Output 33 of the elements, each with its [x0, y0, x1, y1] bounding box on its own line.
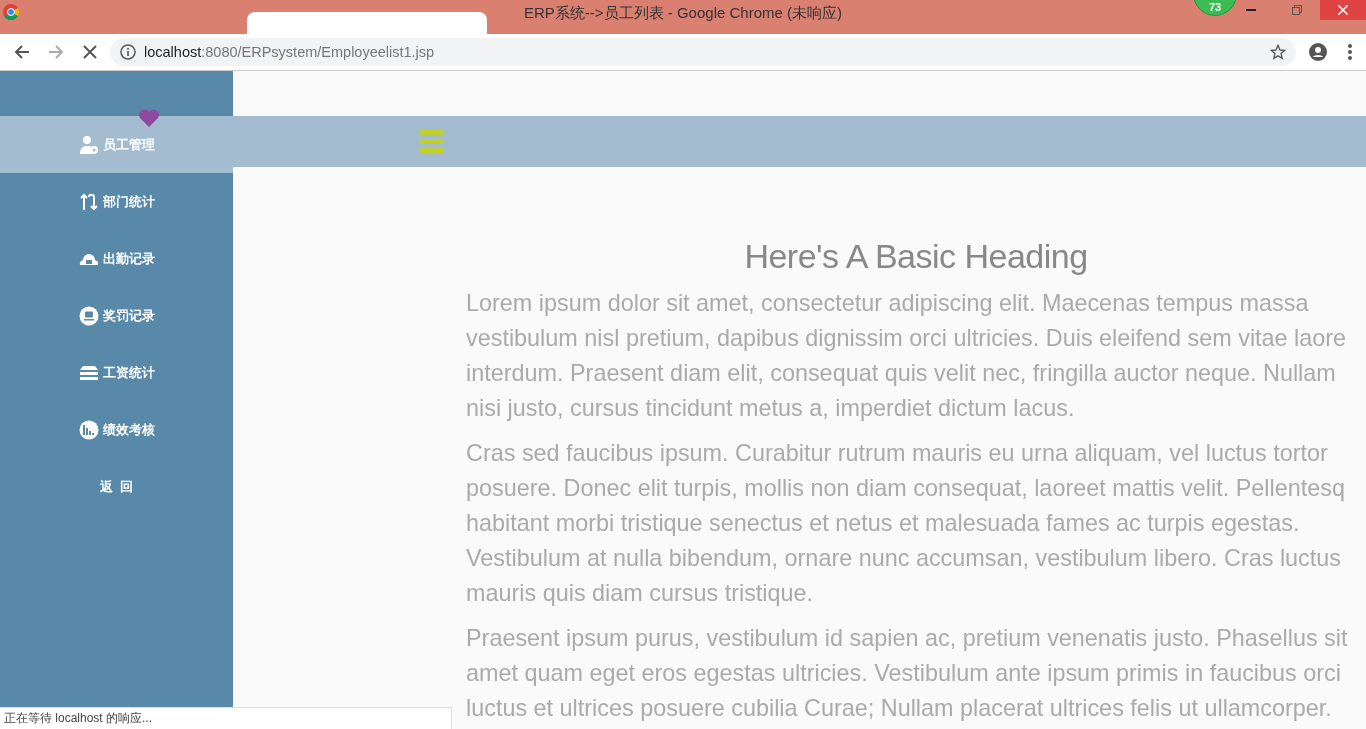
sidebar-item[interactable]: 奖罚记录: [0, 287, 233, 344]
heart-icon: [138, 108, 160, 128]
forward-arrow-icon: [48, 44, 64, 60]
info-icon: [120, 44, 136, 60]
address-bar[interactable]: localhost:8080/ERPsystem/Employeelist1.jsp: [110, 38, 1296, 66]
chrome-logo-icon: [3, 4, 19, 20]
sidebar-item[interactable]: 部门统计: [0, 173, 233, 230]
user-gear-icon: [78, 134, 99, 155]
stop-icon: [83, 45, 97, 59]
sidebar-item[interactable]: 出勤记录: [0, 230, 233, 287]
url-text: localhost:8080/ERPsystem/Employeelist1.jsp: [144, 44, 435, 60]
notification-badge: 73: [1193, 0, 1237, 16]
back-arrow-icon: [14, 44, 30, 60]
close-button[interactable]: [1320, 0, 1366, 20]
swap-arrows-icon: [78, 191, 99, 212]
profile-icon[interactable]: [1308, 42, 1328, 62]
sidebar-item[interactable]: 返 回: [0, 458, 233, 515]
restore-icon: [1292, 5, 1302, 15]
paragraph: Praesent ipsum purus, vestibulum id sapien ac, pretium venenatis justo. Phasellus sit amet quam eget eros egestas ultricies. Vestibulum ante ipsum primis in faucibus orci luctus et ultrices posuere cubilia Curae; Nullam placerat ultrices felis ut ullamcorper.: [466, 624, 1349, 723]
status-bar: 正在等待 localhost 的响应...: [0, 707, 452, 729]
heading: Here's A Basic Heading: [743, 237, 1089, 276]
paragraph: Lorem ipsum dolor sit amet, consectetur adipiscing elit. Maecenas tempus massa vestibulum nisl pretium, dapibus dignissim orci ultricies. Duis eleifend sem vitae laore interdum. Praesent diam elit, consequat quis velit nec, fringilla auctor neque. Nullam nisi justo, cursus tincidunt metus a, imperdiet dictum lacus.: [466, 289, 1348, 423]
paragraph: Cras sed faucibus ipsum. Curabitur rutrum mauris eu urna aliquam, vel luctus tortor posuere. Donec elit turpis, mollis non diam consequat, laoreet mattis velit. Pellentesq habitant morbi tristique senectus et netus et malesuada fames ac turpis egestas. Vestibulum at nulla bibendum, ornare nunc accumsan, vestibulum libero. Cras luctus mauris quis diam cursus tristique.: [466, 439, 1346, 608]
sidebar-item[interactable]: 工资统计: [0, 344, 233, 401]
close-icon: [1338, 5, 1348, 15]
menu-icon[interactable]: [1348, 44, 1352, 60]
sidebar-item[interactable]: 员工管理: [0, 116, 233, 173]
window-title: ERP系统-->员工列表 - Google Chrome (未响应): [524, 4, 842, 23]
sidebar-item[interactable]: 绩效考核: [0, 401, 233, 458]
star-icon[interactable]: [1270, 44, 1286, 60]
bar-chart-icon: [78, 419, 99, 440]
minimize-icon: [1246, 9, 1256, 11]
monitor-icon: [78, 305, 99, 326]
